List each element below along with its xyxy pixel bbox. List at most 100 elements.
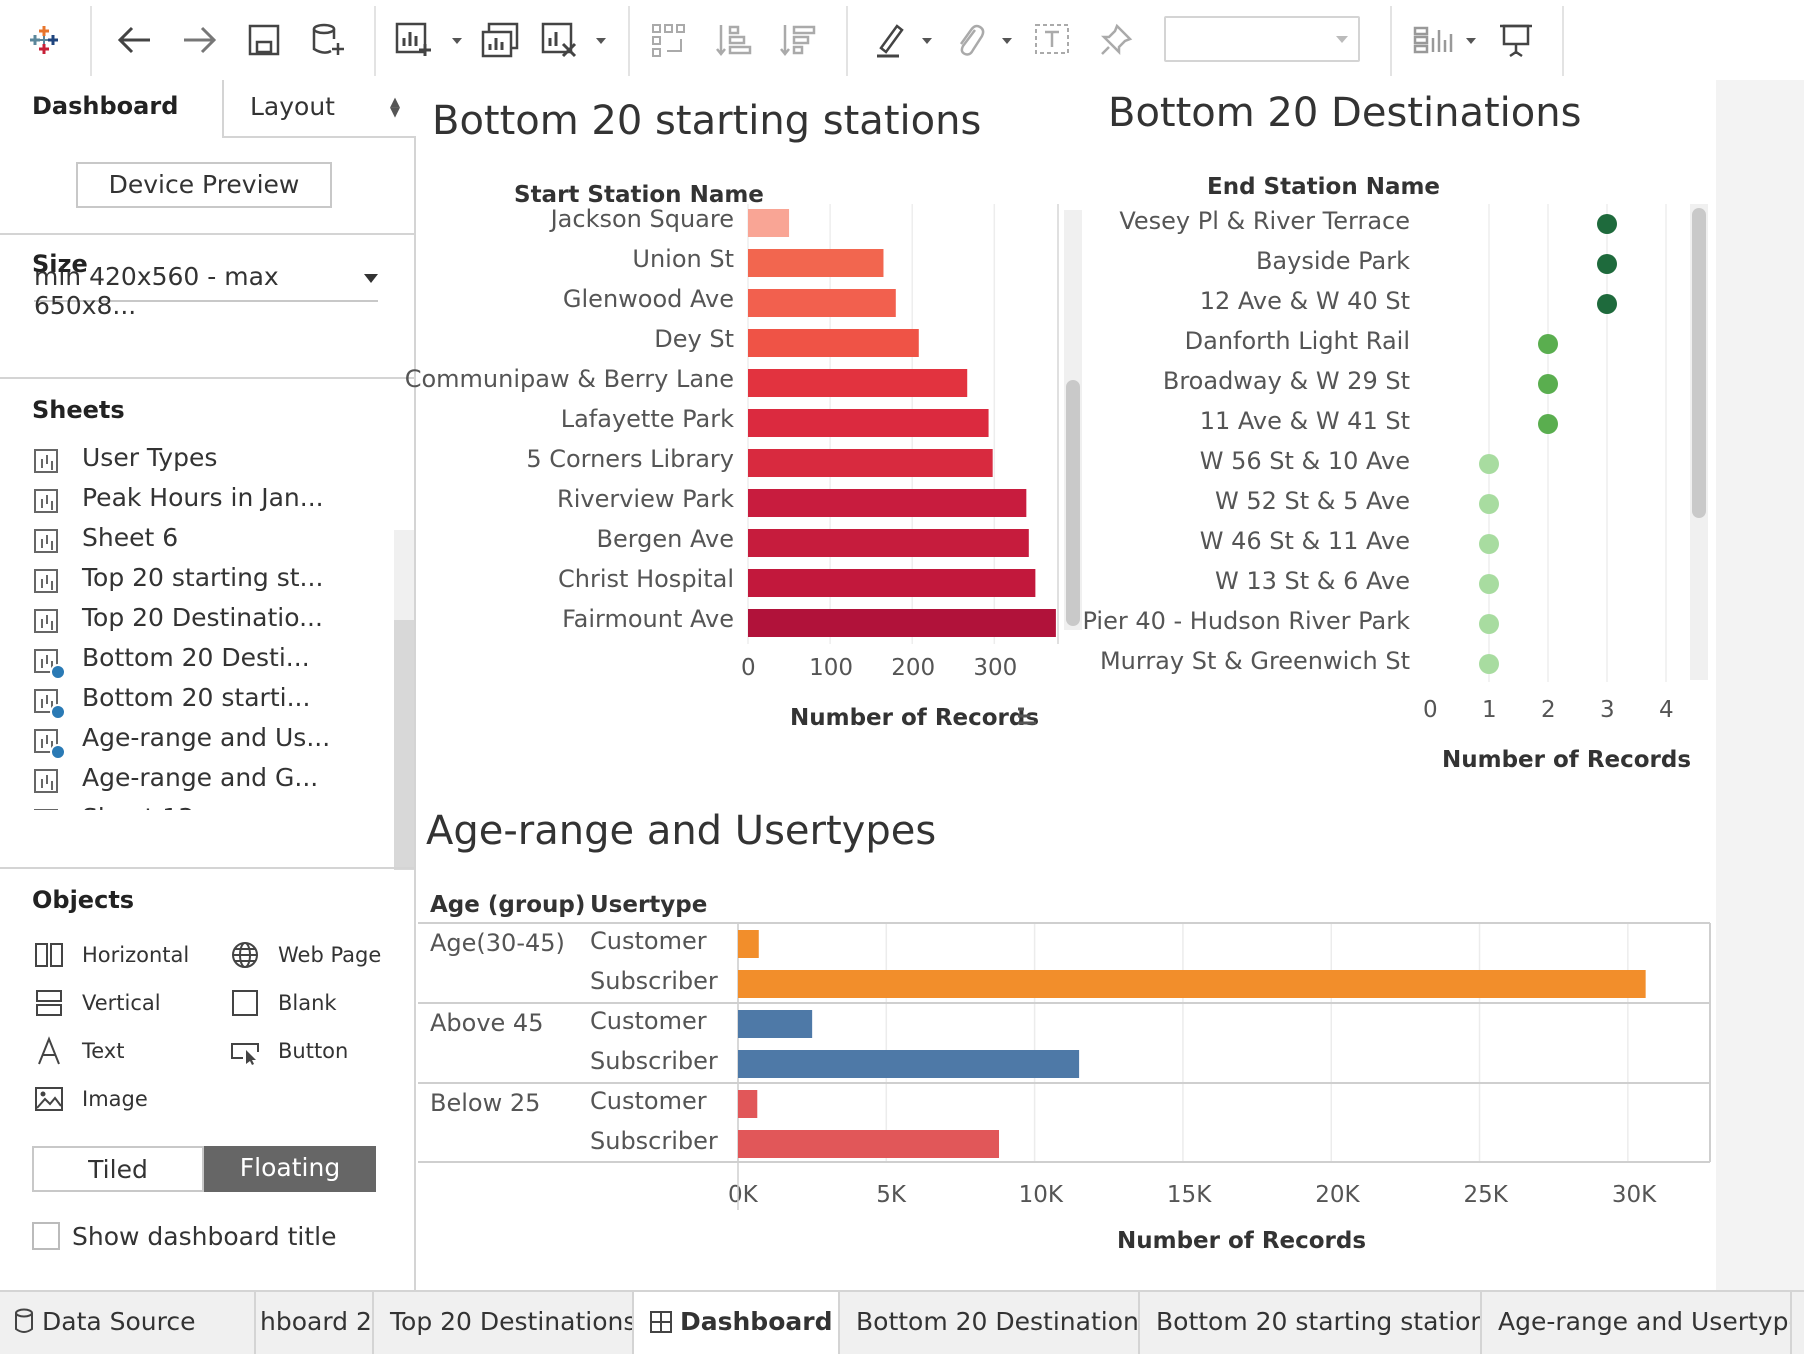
sheet-item-label: Top 20 Destinatio... bbox=[82, 603, 323, 632]
data-point bbox=[1538, 334, 1558, 354]
bar bbox=[738, 930, 759, 958]
highlight-icon[interactable] bbox=[868, 18, 912, 62]
starting-chart-scrollbar[interactable] bbox=[1064, 210, 1082, 630]
attach-icon[interactable] bbox=[948, 18, 992, 62]
undo-icon[interactable] bbox=[112, 18, 156, 62]
data-point bbox=[1479, 494, 1499, 514]
row-label: Pier 40 - Hudson River Park bbox=[1082, 607, 1410, 635]
sheet-item-label: User Types bbox=[82, 443, 218, 472]
row-label: Broadway & W 29 St bbox=[1162, 367, 1410, 395]
bar bbox=[738, 1010, 813, 1038]
row-label: Glenwood Ave bbox=[562, 285, 734, 313]
tiled-toggle[interactable]: Tiled bbox=[32, 1146, 204, 1192]
size-select-value: min 420x560 - max 650x8... bbox=[34, 262, 279, 320]
row-label: Communipaw & Berry Lane bbox=[404, 365, 734, 393]
worksheet-icon bbox=[34, 489, 58, 513]
fit-dropdown[interactable] bbox=[1164, 16, 1360, 62]
image-icon bbox=[35, 1087, 63, 1111]
sheet-list: User Types Peak Hours in Jan... Sheet 6 Top… bbox=[0, 440, 394, 810]
tab-age-range-usertypes[interactable]: Age-range and Usertypes bbox=[1482, 1292, 1792, 1354]
row-label: W 56 St & 10 Ave bbox=[1199, 447, 1410, 475]
tab-data-source[interactable]: Data Source bbox=[0, 1292, 256, 1354]
row-label: Christ Hospital bbox=[558, 565, 734, 593]
row-label: Murray St & Greenwich St bbox=[1099, 647, 1410, 675]
floating-toggle[interactable]: Floating bbox=[204, 1146, 376, 1192]
presentation-mode-icon[interactable] bbox=[1494, 18, 1538, 62]
clear-sheet-icon[interactable] bbox=[538, 18, 582, 62]
tab-layout[interactable]: Layout ▲ ▼ bbox=[222, 80, 416, 138]
data-point bbox=[1479, 574, 1499, 594]
device-preview-button[interactable]: Device Preview bbox=[76, 162, 332, 208]
sheet-item[interactable]: Bottom 20 Desti... bbox=[0, 640, 394, 680]
sort-ascending-icon[interactable] bbox=[712, 18, 756, 62]
vertical-icon bbox=[36, 990, 62, 1016]
blank-icon bbox=[232, 990, 258, 1016]
database-icon bbox=[15, 1308, 33, 1333]
objects-section-title: Objects bbox=[32, 886, 135, 914]
sheet-item[interactable]: Top 20 starting st... bbox=[0, 560, 394, 600]
tab-top-20-destinations[interactable]: Top 20 Destinations bbox=[374, 1292, 634, 1354]
chart-title-starting: Bottom 20 starting stations bbox=[432, 98, 982, 144]
row-label: Bayside Park bbox=[1255, 247, 1410, 275]
chart-bottom-20-starting bbox=[747, 204, 1059, 644]
sheet-item[interactable]: Sheet 6 bbox=[0, 520, 394, 560]
duplicate-sheet-icon[interactable] bbox=[478, 18, 522, 62]
sheet-item[interactable]: Age-range and Us... bbox=[0, 720, 394, 760]
sheet-item[interactable]: Age-range and G... bbox=[0, 760, 394, 800]
sheet-item[interactable]: Peak Hours in Jan... bbox=[0, 480, 394, 520]
sheet-tab-bar: Data Source hboard 2 Top 20 Destinations… bbox=[0, 1290, 1804, 1354]
row-label: 11 Ave & W 41 St bbox=[1199, 407, 1410, 435]
tableau-logo-icon[interactable] bbox=[22, 18, 66, 62]
data-point bbox=[1538, 414, 1558, 434]
canvas-margin bbox=[1716, 80, 1804, 1290]
bar bbox=[748, 369, 968, 397]
worksheet-icon bbox=[34, 569, 58, 593]
chart-age-range-usertypes bbox=[418, 922, 1711, 1210]
row-label: W 46 St & 11 Ave bbox=[1199, 527, 1410, 555]
sort-descending-icon[interactable] bbox=[776, 18, 820, 62]
show-title-label: Show dashboard title bbox=[72, 1222, 337, 1251]
destinations-chart-scrollbar[interactable] bbox=[1690, 204, 1708, 680]
sort-icon[interactable] bbox=[1016, 705, 1038, 727]
check-badge-icon bbox=[50, 704, 66, 720]
bar bbox=[738, 1050, 1080, 1078]
data-point bbox=[1479, 654, 1499, 674]
sheet-item[interactable]: User Types bbox=[0, 440, 394, 480]
tab-bottom-20-destinations[interactable]: Bottom 20 Destinations bbox=[840, 1292, 1140, 1354]
row-label: 12 Ave & W 40 St bbox=[1199, 287, 1410, 315]
new-data-source-icon[interactable] bbox=[306, 18, 350, 62]
swap-icon[interactable] bbox=[648, 18, 692, 62]
sheet-item[interactable]: Top 20 Destinatio... bbox=[0, 600, 394, 640]
size-select[interactable]: min 420x560 - max 650x8... bbox=[34, 262, 378, 320]
check-badge-icon bbox=[50, 664, 66, 680]
sheet-item[interactable]: Bottom 20 starti... bbox=[0, 680, 394, 720]
worksheet-icon bbox=[34, 529, 58, 553]
x-axis-title-starting: Number of Records bbox=[790, 705, 1040, 731]
sheet-item-label: Bottom 20 Desti... bbox=[82, 643, 310, 672]
row-label: Fairmount Ave bbox=[562, 605, 734, 633]
data-point bbox=[1597, 294, 1617, 314]
row-label: W 13 St & 6 Ave bbox=[1214, 567, 1410, 595]
text-label-icon[interactable] bbox=[1030, 18, 1074, 62]
x-tick-label: 300 bbox=[973, 655, 1018, 681]
button-icon bbox=[231, 1043, 259, 1065]
x-axis-title-age: Number of Records bbox=[1117, 1228, 1367, 1254]
x-tick-label: 200 bbox=[891, 655, 936, 681]
sheet-list-scrollbar[interactable] bbox=[394, 530, 414, 870]
pin-icon[interactable] bbox=[1094, 18, 1138, 62]
show-title-checkbox[interactable] bbox=[32, 1222, 60, 1250]
tab-dashboard-2[interactable]: hboard 2 bbox=[256, 1292, 374, 1354]
tab-bottom-20-starting[interactable]: Bottom 20 starting stations bbox=[1140, 1292, 1482, 1354]
redo-icon[interactable] bbox=[178, 18, 222, 62]
save-icon[interactable] bbox=[242, 18, 286, 62]
show-me-icon[interactable] bbox=[1412, 18, 1456, 62]
dashboard-side-panel: Dashboard Layout ▲ ▼ Device Preview Size … bbox=[0, 80, 416, 1290]
row-header-usertype: Usertype bbox=[590, 892, 708, 918]
new-worksheet-icon[interactable] bbox=[392, 18, 436, 62]
sheet-item-label: Age-range and G... bbox=[82, 763, 319, 792]
tab-dashboard[interactable]: Dashboard bbox=[0, 80, 222, 138]
row-label: W 52 St & 5 Ave bbox=[1214, 487, 1410, 515]
sheet-item[interactable]: Sheet 13 bbox=[0, 800, 394, 810]
tab-dashboard-3[interactable]: Dashboard 3 bbox=[634, 1292, 840, 1354]
worksheet-icon bbox=[34, 769, 58, 793]
